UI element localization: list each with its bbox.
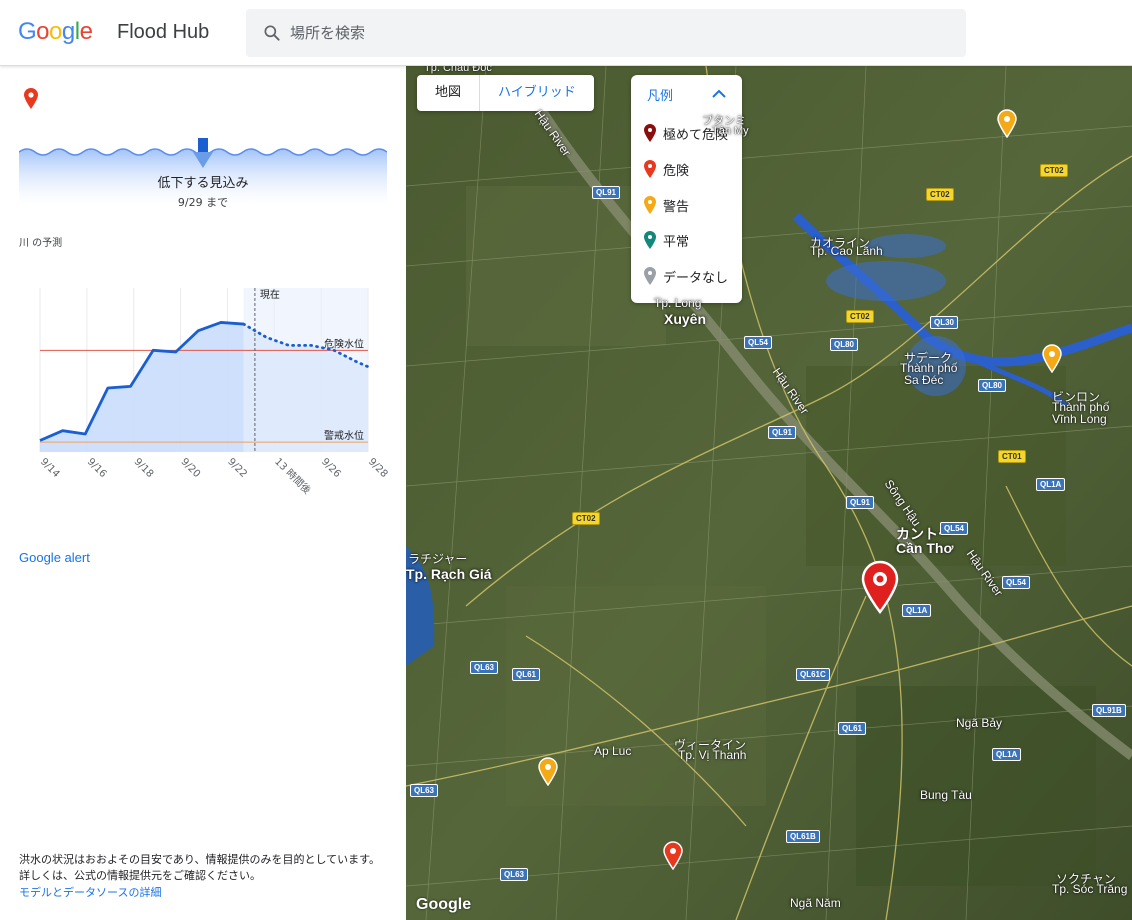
map-place-label: Tp. Long: [654, 296, 702, 310]
trend-status: 低下する見込み: [157, 176, 249, 191]
app-header: Google Flood Hub: [0, 0, 1132, 66]
road-shield: CT01: [998, 450, 1026, 463]
logo-letter: g: [61, 18, 75, 45]
road-shield: QL63: [410, 784, 439, 797]
legend-pin-icon: [644, 160, 656, 178]
road-shield: QL61B: [786, 830, 820, 843]
logo-letter: o: [49, 18, 62, 45]
map-place-label: Ngã Năm: [790, 896, 841, 910]
logo-letter: G: [18, 18, 37, 45]
danger-pin-icon: [24, 88, 38, 109]
road-shield: QL30: [930, 316, 959, 329]
legend-item: 警告: [643, 195, 689, 215]
product-name: Flood Hub: [117, 21, 210, 43]
road-shield: QL80: [978, 379, 1007, 392]
legend-item-label: 危険: [663, 163, 690, 179]
road-shield: QL61C: [796, 668, 830, 681]
search-box[interactable]: [246, 9, 966, 57]
map-place-label: ラチジャー: [408, 552, 468, 566]
now-label: 現在: [260, 289, 280, 301]
search-input[interactable]: [290, 24, 890, 42]
legend-pin-icon: [644, 267, 656, 285]
google-logo[interactable]: Google: [18, 18, 93, 46]
legend-pin-icon: [644, 196, 656, 214]
disclaimer-text: 洪水の状況はおおよその目安であり、情報提供のみを目的としています。詳しくは、公式…: [19, 853, 381, 882]
legend-title[interactable]: 凡例: [647, 85, 673, 104]
river-forecast-label: 川 の予測: [19, 238, 63, 249]
map-place-label: Tp. Cao Lãnh: [810, 244, 883, 258]
legend-item: データなし: [643, 266, 728, 286]
river-forecast-chart[interactable]: 危険水位警戒水位現在9/14 9/16 9/18 9/20 9/22 13 時間後 9/26…: [30, 282, 390, 512]
threshold-label: 警戒水位: [324, 429, 364, 442]
road-shield: CT02: [572, 512, 600, 525]
warning-pin-icon[interactable]: [996, 108, 1018, 138]
x-tick-label: 9/20: [178, 456, 202, 480]
map-place-label: Ap Luc: [594, 744, 632, 758]
logo-letter: e: [79, 18, 93, 45]
road-shield: QL54: [940, 522, 969, 535]
warning-pin-icon[interactable]: [1041, 343, 1063, 373]
map-place-label: Tp. Châu Đốc: [424, 66, 492, 74]
road-shield: QL91: [592, 186, 621, 199]
x-tick-label: 9/28: [366, 456, 390, 480]
map-place-label: Vĩnh Long: [1052, 412, 1107, 426]
legend-item: 平常: [643, 230, 689, 250]
map-canvas[interactable]: 地図 ハイブリッド 凡例 極めて危険 危険 警告 平常 データなし Tp. Châu Đ…: [406, 66, 1132, 920]
road-shield: QL63: [470, 661, 499, 674]
legend-item: 危険: [643, 159, 689, 179]
x-tick-label: 9/22: [225, 456, 249, 480]
road-shield: QL1A: [902, 604, 932, 617]
google-alert-link[interactable]: Google alert: [19, 550, 90, 565]
map-place-label: Tp. Vị Thanh: [678, 748, 747, 762]
trend-until-date: 9/29 まで: [177, 196, 229, 209]
warning-pin-icon[interactable]: [537, 756, 559, 786]
gauge-detail-panel: 低下する見込み 9/29 まで 川 の予測 危険水位 警戒水位 現在 9/14 9/16…: [0, 66, 406, 920]
x-tick-label: 9/26: [319, 456, 343, 480]
map-place-label: Xuyên: [664, 311, 707, 327]
map-place-label: Sa Đéc: [904, 373, 944, 387]
legend-panel: 凡例 極めて危険 危険 警告 平常 データなし: [631, 75, 742, 303]
map-place-label: Ngã Bảy: [956, 716, 1003, 730]
road-shield: QL61: [838, 722, 867, 735]
chevron-up-icon[interactable]: [711, 86, 727, 102]
road-shield: QL1A: [1036, 478, 1066, 491]
search-icon: [264, 25, 280, 41]
map-type-control: 地図 ハイブリッド: [417, 75, 594, 111]
road-shield: CT02: [846, 310, 874, 323]
legend-item-label: 警告: [663, 199, 690, 215]
danger-pin-icon[interactable]: [662, 840, 684, 870]
legend-pin-icon: [644, 124, 656, 142]
legend-pin-icon: [644, 231, 656, 249]
x-tick-label: 13 時間後: [272, 455, 314, 497]
road-shield: QL54: [744, 336, 773, 349]
map-type-hybrid[interactable]: ハイブリッド: [479, 75, 594, 111]
x-tick-label: 9/14: [38, 456, 62, 480]
road-shield: QL1A: [992, 748, 1022, 761]
road-shield: QL91: [768, 426, 797, 439]
model-details-link[interactable]: モデルとデータソースの詳細: [19, 884, 161, 900]
satellite-imagery: [406, 66, 1132, 920]
map-place-label: Tp. Sóc Trăng: [1052, 882, 1128, 896]
logo-letter: o: [36, 18, 50, 45]
road-shield: QL91B: [1092, 704, 1126, 717]
map-place-label: Cần Thơ: [896, 540, 954, 556]
legend-item-label: データなし: [663, 270, 729, 286]
x-tick-label: 9/18: [132, 456, 156, 480]
road-shield: CT02: [1040, 164, 1068, 177]
road-shield: QL61: [512, 668, 541, 681]
road-shield: QL63: [500, 868, 529, 881]
map-type-map[interactable]: 地図: [417, 75, 479, 111]
road-shield: QL80: [830, 338, 859, 351]
road-shield: CT02: [926, 188, 954, 201]
x-tick-label: 9/16: [85, 456, 109, 480]
legend-item-label: 平常: [663, 234, 690, 250]
map-place-label: Bung Tàu: [920, 788, 972, 802]
road-shield: QL91: [846, 496, 875, 509]
map-place-label: Tân My: [712, 125, 749, 137]
selected-danger-pin-icon[interactable]: [860, 560, 900, 614]
map-place-label: Tp. Rạch Giá: [406, 566, 492, 582]
road-shield: QL54: [1002, 576, 1031, 589]
map-attribution: Google: [416, 896, 472, 913]
